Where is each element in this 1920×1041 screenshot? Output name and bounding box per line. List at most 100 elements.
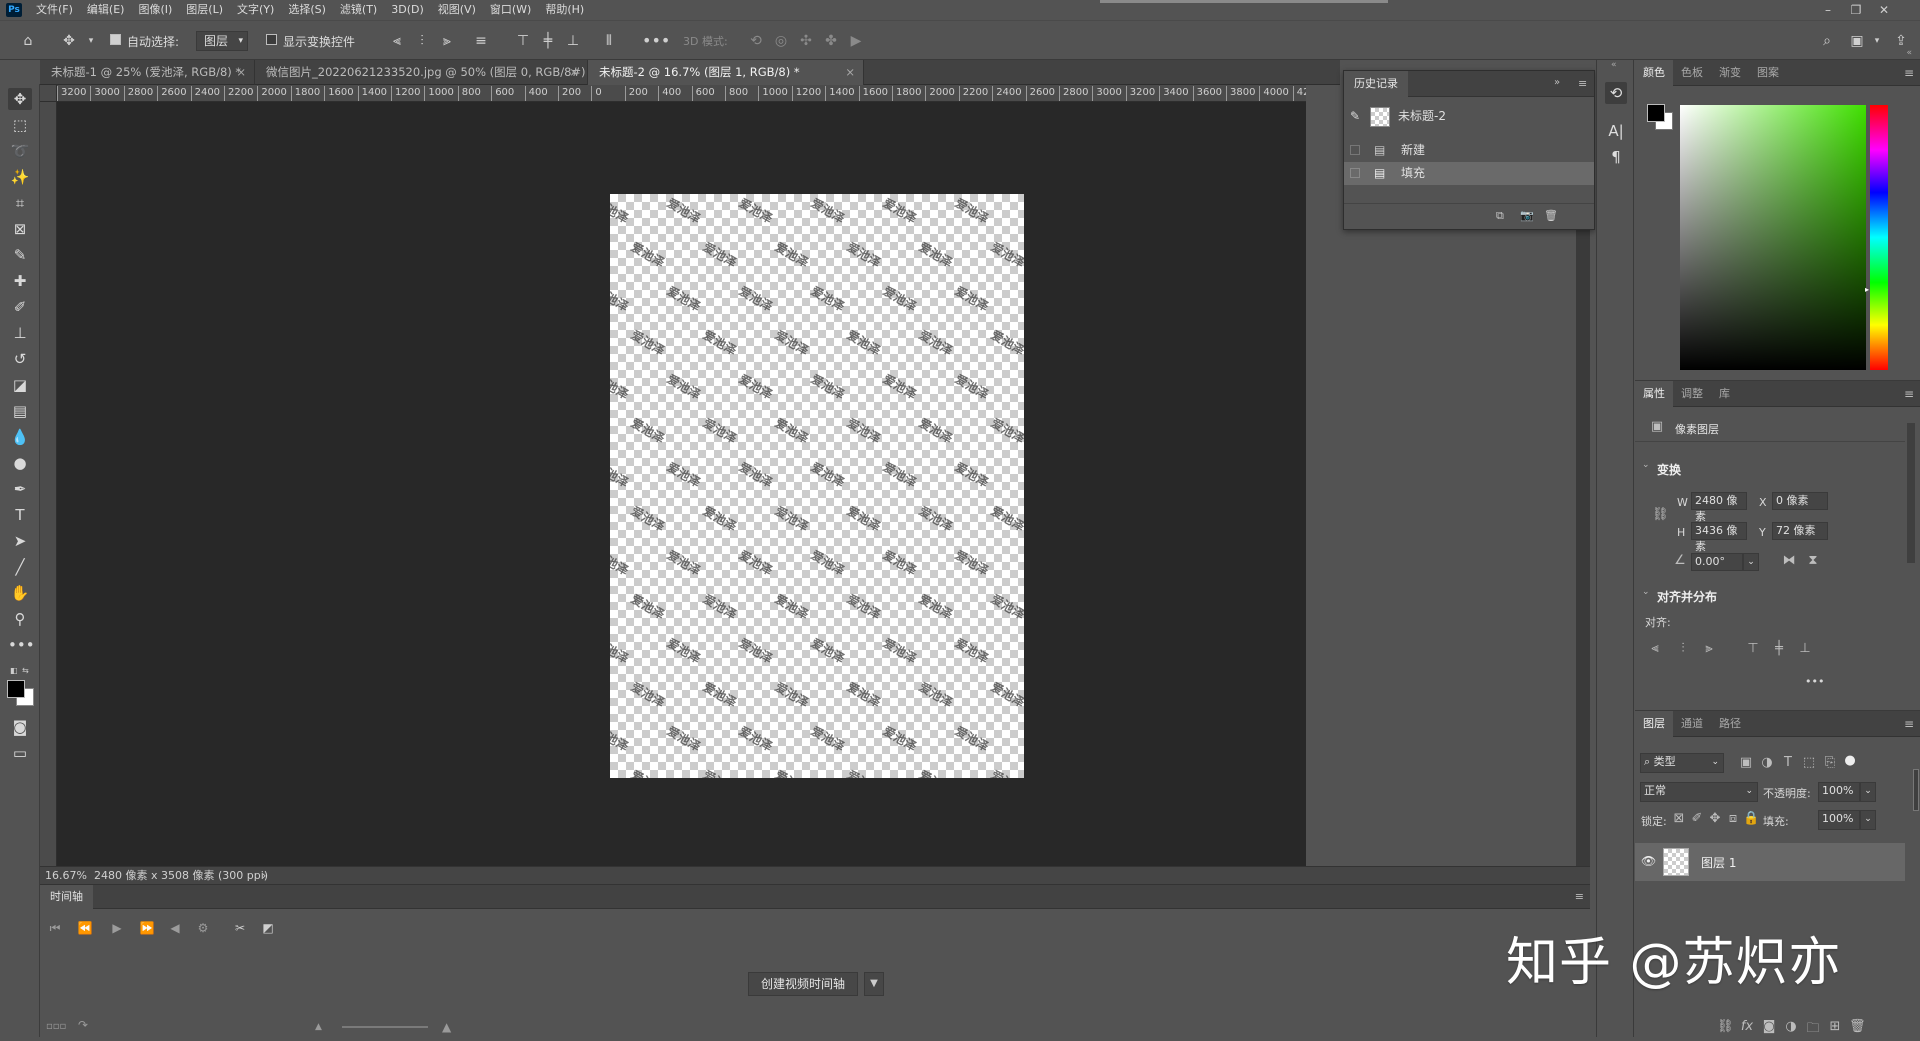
collapse-icon[interactable]: « (1611, 60, 1617, 70)
pen-tool-icon[interactable]: ✒ (8, 478, 32, 500)
align-hcenter-icon[interactable]: ⫶ (1675, 641, 1691, 656)
properties-scrollbar[interactable] (1907, 423, 1915, 563)
clone-stamp-tool-icon[interactable]: ⊥ (8, 322, 32, 344)
frame-tool-icon[interactable]: ⊠ (8, 218, 32, 240)
link-chain-icon[interactable]: ⛓ (1652, 507, 1669, 522)
filter-type-icon[interactable]: T (1780, 755, 1796, 770)
auto-select-checkbox[interactable] (110, 34, 121, 45)
audio-icon[interactable]: ◀ (164, 917, 186, 939)
filter-adjustment-icon[interactable]: ◑ (1759, 755, 1775, 770)
chevron-down-icon[interactable]: ⌄ (1860, 782, 1876, 802)
flip-horizontal-icon[interactable]: ⧓ (1781, 553, 1797, 568)
hand-tool-icon[interactable]: ✋ (8, 582, 32, 604)
tab-gradients[interactable]: 渐变 (1711, 60, 1749, 86)
width-field[interactable]: 2480 像素 (1691, 492, 1747, 523)
type-tool-icon[interactable]: T (8, 504, 32, 526)
filter-smart-object-icon[interactable]: ⎘ (1822, 755, 1838, 770)
history-item[interactable]: ▤ 填充 (1344, 162, 1594, 185)
auto-select-dropdown[interactable]: 图层 ▾ (196, 31, 248, 51)
lock-position-icon[interactable]: ✥ (1707, 811, 1723, 826)
align-left-icon[interactable]: ⫷ (386, 30, 408, 52)
link-layers-icon[interactable]: ⛓ (1717, 1019, 1734, 1034)
show-transform-checkbox[interactable] (266, 34, 277, 45)
saturation-brightness-field[interactable] (1680, 105, 1866, 370)
hue-slider[interactable] (1870, 105, 1888, 370)
chevron-down-icon[interactable]: ⌄ (1642, 587, 1650, 597)
filter-pixel-icon[interactable]: ▣ (1738, 755, 1754, 770)
settings-gear-icon[interactable]: ⚙ (192, 917, 214, 939)
hue-slider-handle[interactable]: ▸ (1865, 285, 1869, 294)
align-left-icon[interactable]: ⫷ (1647, 641, 1663, 656)
zoom-in-mountain-icon[interactable]: ▲ (442, 1020, 451, 1034)
menu-type[interactable]: 文字(Y) (230, 0, 281, 20)
x-field[interactable]: 0 像素 (1772, 492, 1828, 510)
panel-menu-icon[interactable]: ≡ (1575, 890, 1584, 903)
align-hcenter-icon[interactable]: ⫶ (411, 30, 433, 52)
chevron-down-icon[interactable]: ▼ (864, 972, 884, 996)
marquee-tool-icon[interactable]: ⬚ (8, 114, 32, 136)
angle-field[interactable]: 0.00° (1691, 553, 1743, 571)
create-video-timeline-button[interactable]: 创建视频时间轴 (748, 972, 858, 996)
render-icon[interactable]: ↷ (78, 1018, 88, 1032)
filter-toggle-icon[interactable]: ● (1842, 753, 1858, 768)
transform-section-title[interactable]: 变换 (1657, 461, 1681, 478)
frame-mode-icon[interactable]: ▫▫▫ (46, 1021, 66, 1032)
history-item[interactable]: ▤ 新建 (1344, 139, 1594, 162)
crop-tool-icon[interactable]: ⌗ (8, 192, 32, 214)
more-options-icon[interactable]: ••• (1805, 675, 1824, 688)
healing-brush-tool-icon[interactable]: ✚ (8, 270, 32, 292)
panel-menu-icon[interactable]: ≡ (1904, 66, 1914, 80)
tab-layers[interactable]: 图层 (1635, 711, 1673, 737)
home-icon[interactable]: ⌂ (17, 30, 39, 52)
lock-all-icon[interactable]: 🔒 (1743, 811, 1759, 826)
distribute-icon[interactable]: ≡ (470, 30, 492, 52)
distribute-v-icon[interactable]: ⦀ (598, 30, 620, 52)
minimize-icon[interactable]: – (1815, 0, 1841, 20)
workspace-icon[interactable]: ▣ (1846, 30, 1868, 52)
align-top-icon[interactable]: ⊤ (512, 30, 534, 52)
lock-transparent-icon[interactable]: ⊠ (1671, 811, 1687, 826)
trash-icon[interactable]: 🗑 (1544, 209, 1558, 222)
edit-toolbar-icon[interactable]: ••• (8, 634, 35, 656)
layer-name[interactable]: 图层 1 (1701, 854, 1736, 871)
align-bottom-icon[interactable]: ⊥ (562, 30, 584, 52)
swap-colors-icon[interactable]: ⇆ (22, 666, 34, 676)
chevron-down-icon[interactable]: ⌄ (1743, 553, 1759, 571)
quick-mask-icon[interactable]: ◙ (8, 716, 32, 738)
flip-vertical-icon[interactable]: ⧗ (1805, 553, 1821, 568)
ruler-origin[interactable] (40, 85, 57, 102)
history-source-checkbox[interactable] (1350, 145, 1360, 155)
tab-properties[interactable]: 属性 (1635, 381, 1673, 407)
align-vcenter-icon[interactable]: ╪ (537, 30, 559, 52)
dodge-tool-icon[interactable]: ● (8, 452, 32, 474)
blend-mode-dropdown[interactable]: 正常 ⌄ (1640, 782, 1758, 802)
panel-menu-icon[interactable]: ≡ (1904, 387, 1914, 401)
history-panel-icon[interactable]: ⟲ (1605, 82, 1627, 104)
line-tool-icon[interactable]: ╱ (8, 556, 32, 578)
collapse-icon[interactable]: » (1554, 77, 1560, 88)
split-scissors-icon[interactable]: ✂ (229, 917, 251, 939)
tab-patterns[interactable]: 图案 (1749, 60, 1787, 86)
camera-snapshot-icon[interactable]: 📷 (1520, 209, 1534, 222)
trash-icon[interactable]: 🗑 (1849, 1019, 1866, 1034)
transition-icon[interactable]: ◩ (257, 917, 279, 939)
tab-history[interactable]: 历史记录 (1344, 71, 1408, 97)
tab-swatches[interactable]: 色板 (1673, 60, 1711, 86)
next-frame-icon[interactable]: ⏩ (136, 917, 158, 939)
tab-channels[interactable]: 通道 (1673, 711, 1711, 737)
zoom-level[interactable]: 16.67% (45, 867, 87, 885)
menu-select[interactable]: 选择(S) (281, 0, 333, 20)
move-tool-preset-icon[interactable]: ✥ (58, 30, 80, 52)
tab-document-2[interactable]: 微信图片_20220621233520.jpg @ 50% (图层 0, RGB… (255, 60, 595, 85)
close-window-icon[interactable]: ✕ (1871, 0, 1897, 20)
history-brush-tool-icon[interactable]: ↺ (8, 348, 32, 370)
zoom-tool-icon[interactable]: ⚲ (8, 608, 32, 630)
restore-icon[interactable]: ❐ (1843, 0, 1869, 20)
y-field[interactable]: 72 像素 (1772, 522, 1828, 540)
align-vcenter-icon[interactable]: ╪ (1771, 641, 1787, 656)
collapse-icon[interactable]: « (1906, 48, 1912, 58)
layer-filter-dropdown[interactable]: ⌕ 类型 ⌄ (1640, 753, 1724, 773)
fill-field[interactable]: 100% (1818, 810, 1860, 830)
visibility-eye-icon[interactable]: 👁 (1641, 854, 1656, 868)
tab-timeline[interactable]: 时间轴 (40, 885, 93, 909)
